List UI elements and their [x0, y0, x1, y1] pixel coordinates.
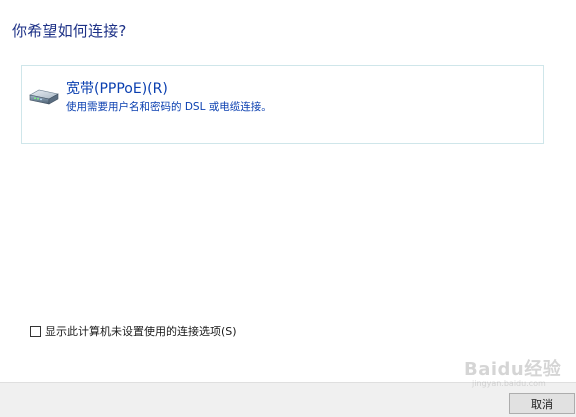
watermark-main-text: Baidu经验 — [464, 359, 562, 380]
option-description: 使用需要用户名和密码的 DSL 或电缆连接。 — [66, 101, 272, 113]
watermark-logo: Baidu经验 jingyan.baidu.com — [464, 355, 572, 395]
broadband-modem-icon — [29, 89, 59, 105]
option-broadband-pppoe[interactable]: 宽带(PPPoE)(R) 使用需要用户名和密码的 DSL 或电缆连接。 — [21, 65, 544, 144]
connection-wizard-dialog: 你希望如何连接? 宽带(PPPoE)(R) 使用需要用户名和密码的 DSL 或电… — [0, 0, 576, 417]
checkbox[interactable] — [30, 325, 41, 337]
show-unconfigured-options-checkbox-row[interactable]: 显示此计算机未设置使用的连接选项(S) — [30, 323, 237, 339]
checkbox-label: 显示此计算机未设置使用的连接选项(S) — [45, 325, 237, 338]
option-title: 宽带(PPPoE)(R) — [66, 81, 168, 97]
cancel-button[interactable]: 取消 — [509, 393, 575, 414]
page-title: 你希望如何连接? — [12, 22, 127, 40]
